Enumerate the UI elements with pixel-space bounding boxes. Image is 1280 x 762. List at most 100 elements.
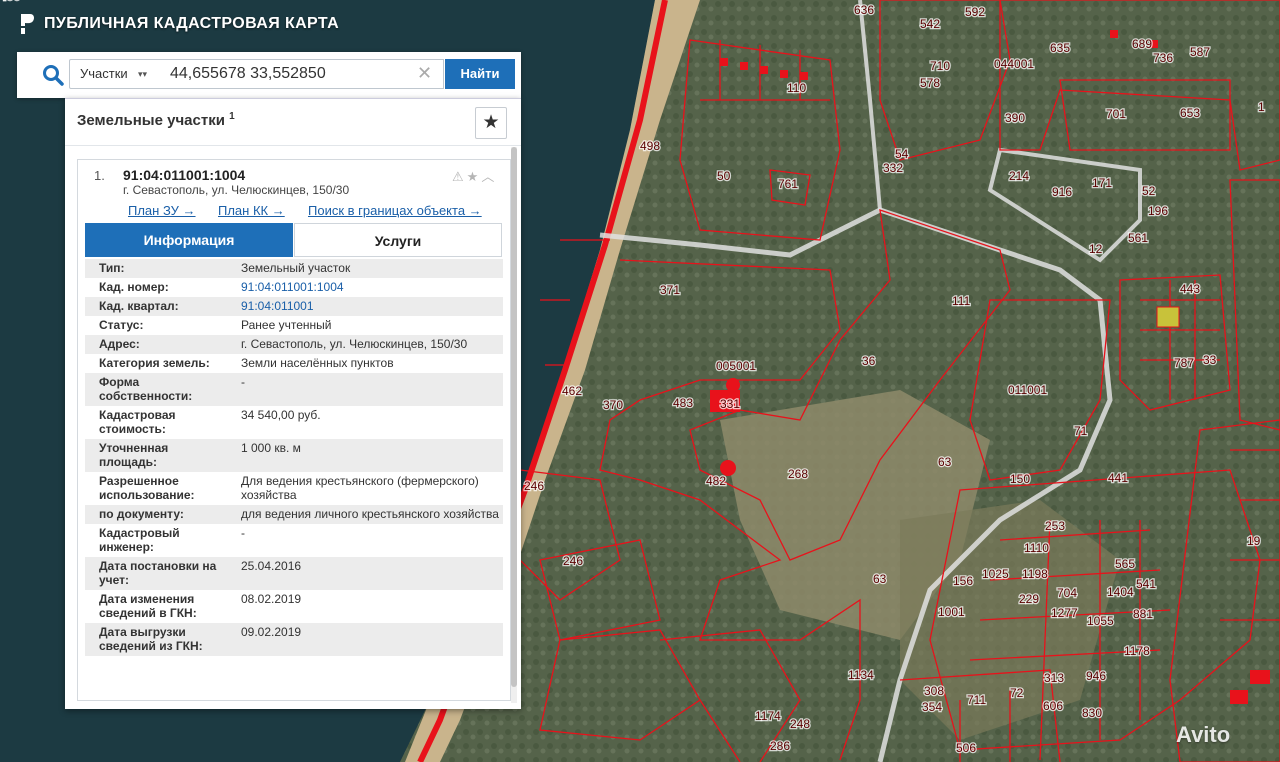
info-value: - <box>227 524 503 557</box>
parcel-label: 253 <box>1045 519 1065 533</box>
parcel-label: 1055 <box>1087 614 1114 628</box>
parcel-label: 246 <box>563 554 583 568</box>
parcel-label: 498 <box>640 139 660 153</box>
info-key: Дата выгрузки сведений из ГКН: <box>85 623 227 656</box>
parcel-label: 005001 <box>716 359 756 373</box>
parcel-label: 1277 <box>1051 606 1078 620</box>
parcel-label: 443 <box>1180 282 1200 296</box>
parcel-label: 011001 <box>1008 383 1047 397</box>
parcel-label: 71 <box>1074 424 1088 438</box>
parcel-label: 214 <box>1009 169 1029 183</box>
parcel-label: 881 <box>1133 607 1153 621</box>
parcel-label: 830 <box>1082 706 1102 720</box>
results-title: Земельные участки 1 <box>77 111 235 129</box>
search-type-select[interactable]: Участки ▾▾ <box>69 59 155 89</box>
parcel-label: 246 <box>524 479 544 493</box>
info-row: Категория земель: Земли населённых пункто… <box>85 354 503 373</box>
parcel-label: 636 <box>854 3 874 17</box>
rosreestr-logo-icon <box>21 14 34 34</box>
result-address: г. Севастополь, ул. Челюскинцев, 150/30 <box>123 183 350 197</box>
parcel-label: 653 <box>1180 106 1200 120</box>
parcel-label: 36 <box>862 354 876 368</box>
parcel-label: 63 <box>873 572 887 586</box>
tab-information[interactable]: Информация <box>85 223 293 257</box>
info-value: 09.02.2019 <box>227 623 503 656</box>
info-key: Кадастровая стоимость: <box>85 406 227 439</box>
info-value: - <box>227 373 503 406</box>
result-card: 1. 91:04:011001:1004 г. Севастополь, ул.… <box>77 159 511 701</box>
info-row: Адрес: г. Севастополь, ул. Челюскинцев, 1… <box>85 335 503 354</box>
parcel-label: 331 <box>720 397 740 411</box>
tab-services[interactable]: Услуги <box>294 223 502 257</box>
clear-icon[interactable]: ✕ <box>417 63 432 83</box>
parcel-label: 19 <box>1247 534 1261 548</box>
info-row: Тип: Земельный участок <box>85 259 503 278</box>
star-icon: ★ <box>482 112 500 133</box>
parcel-label: 150 <box>1010 472 1030 486</box>
parcel-label: 268 <box>788 467 808 481</box>
parcel-label: 196 <box>1148 204 1168 218</box>
scrollbar-thumb[interactable] <box>511 147 517 687</box>
info-value: г. Севастополь, ул. Челюскинцев, 150/30 <box>227 335 503 354</box>
parcel-label: 482 <box>706 474 726 488</box>
info-row: Кад. квартал: 91:04:011001 <box>85 297 503 316</box>
info-value[interactable]: 91:04:011001 <box>227 297 503 316</box>
info-value: для ведения личного крестьянского хозяйс… <box>227 505 503 524</box>
info-row: Дата постановки на учет: 25.04.2016 <box>85 557 503 590</box>
info-row: Дата выгрузки сведений из ГКН: 09.02.2019 <box>85 623 503 656</box>
favorites-button[interactable]: ★ <box>475 107 507 139</box>
parcel-label: 542 <box>920 17 940 31</box>
parcel-label: 313 <box>1044 671 1064 685</box>
parcel-label: 1178 <box>1124 644 1150 658</box>
parcel-label: 50 <box>717 169 731 183</box>
search-type-label: Участки <box>80 66 128 81</box>
parcel-label: 761 <box>778 177 798 191</box>
parcel-label: 506 <box>956 741 976 755</box>
parcel-label: 916 <box>1052 185 1072 199</box>
search-bar: Участки ▾▾ ✕ Найти <box>17 52 521 98</box>
parcel-label: 541 <box>1136 577 1156 591</box>
info-row: Уточненная площадь: 1 000 кв. м <box>85 439 503 472</box>
parcel-label: 946 <box>1086 669 1106 683</box>
app-logo[interactable]: ПУБЛИЧНАЯ КАДАСТРОВАЯ КАРТА <box>18 12 339 36</box>
parcel-label: 332 <box>883 161 903 175</box>
info-value: Ранее учтенный <box>227 316 503 335</box>
info-value[interactable]: 91:04:011001:1004 <box>227 278 503 297</box>
info-row: Кадастровая стоимость: 34 540,00 руб. <box>85 406 503 439</box>
parcel-label: 1025 <box>982 567 1009 581</box>
info-table: Тип: Земельный участок Кад. номер: 91:04:01… <box>85 259 503 656</box>
search-in-bounds-link[interactable]: Поиск в границах объекта → <box>308 203 482 218</box>
results-count: 1 <box>229 111 235 122</box>
info-row: Кадастровый инженер: - <box>85 524 503 557</box>
result-cad-number[interactable]: 91:04:011001:1004 <box>123 167 245 183</box>
parcel-label: 787 <box>1174 356 1194 370</box>
info-key: Категория земель: <box>85 354 227 373</box>
parcel-label: 689 <box>1132 37 1152 51</box>
info-key: Кадастровый инженер: <box>85 524 227 557</box>
chevron-down-icon: ▾▾ <box>137 69 147 79</box>
parcel-label: 390 <box>1005 111 1025 125</box>
panel-scrollbar[interactable] <box>511 147 517 703</box>
info-value: Земли населённых пунктов <box>227 354 503 373</box>
find-button[interactable]: Найти <box>445 59 515 89</box>
plan-zu-link[interactable]: План ЗУ → <box>128 203 196 218</box>
card-actions: ⚠★︿ <box>452 166 497 185</box>
info-value: 34 540,00 руб. <box>227 406 503 439</box>
collapse-icon[interactable]: ︿ <box>481 169 497 184</box>
parcel-label: 111 <box>952 294 971 308</box>
parcel-label: 72 <box>1010 686 1024 700</box>
parcel-label: 33 <box>1203 353 1217 367</box>
plan-kk-link[interactable]: План КК → <box>218 203 285 218</box>
parcel-label: 156 <box>953 574 973 588</box>
parcel-label: 736 <box>1153 51 1173 65</box>
search-icon[interactable] <box>41 63 65 87</box>
parcel-label: 63 <box>938 455 952 469</box>
info-value: 25.04.2016 <box>227 557 503 590</box>
parcel-label: 1110 <box>1024 541 1049 555</box>
search-input[interactable] <box>154 59 444 89</box>
warning-icon[interactable]: ⚠ <box>452 169 467 184</box>
app-title: ПУБЛИЧНАЯ КАДАСТРОВАЯ КАРТА <box>44 15 340 32</box>
star-outline-icon[interactable]: ★ <box>467 169 482 184</box>
parcel-label: 354 <box>922 700 942 714</box>
info-key: Уточненная площадь: <box>85 439 227 472</box>
